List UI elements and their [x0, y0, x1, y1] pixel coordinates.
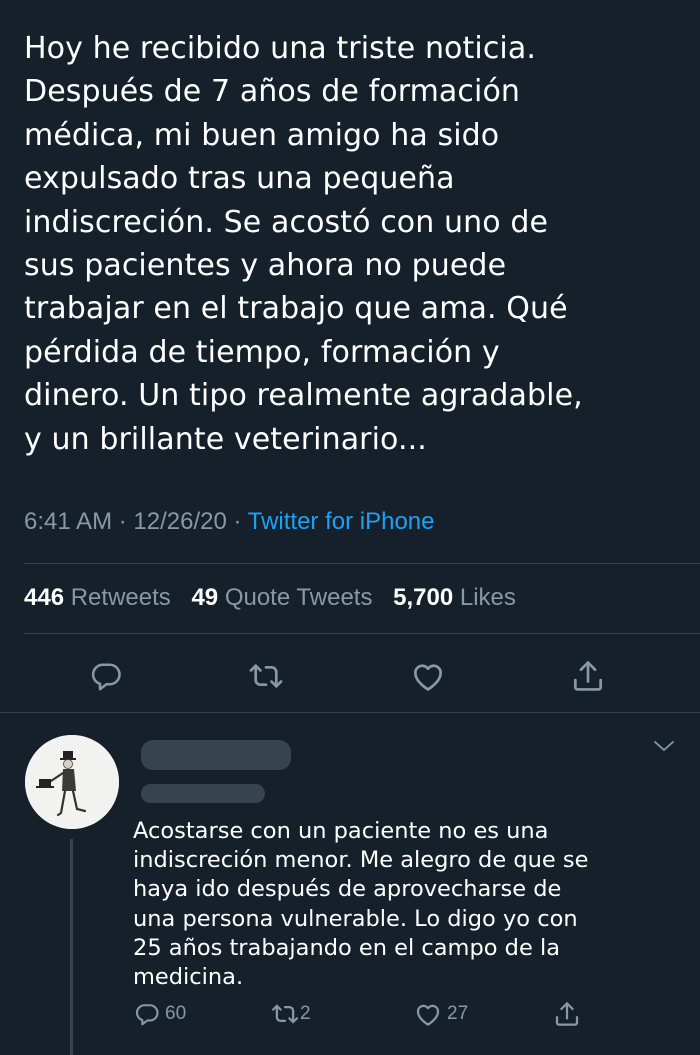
- thread-line: [70, 839, 73, 1055]
- retweets-label: Retweets: [70, 584, 171, 611]
- meta-separator: ·: [118, 508, 127, 535]
- reply-share-button[interactable]: [552, 997, 582, 1031]
- share-icon: [573, 661, 603, 691]
- retweet-icon: [272, 1004, 298, 1024]
- tweet-meta: 6:41 AM · 12/26/20 · Twitter for iPhone: [24, 508, 434, 536]
- likes-label: Likes: [459, 584, 516, 611]
- quote-tweets-count: 49: [191, 584, 219, 611]
- tweet-stats: 446 Retweets 49 Quote Tweets 5,700 Likes: [24, 584, 530, 612]
- retweets-stat[interactable]: 446 Retweets: [24, 584, 171, 611]
- divider: [24, 633, 700, 634]
- reply-icon: [135, 1004, 159, 1026]
- share-icon: [555, 1002, 579, 1026]
- tweet-time[interactable]: 6:41 AM: [24, 508, 112, 535]
- reply-reply-button[interactable]: 60: [133, 997, 186, 1031]
- retweets-count: 446: [24, 584, 65, 611]
- quote-tweets-label: Quote Tweets: [224, 584, 373, 611]
- like-count: 27: [447, 1003, 469, 1024]
- reply-retweet-button[interactable]: 2: [270, 997, 311, 1031]
- retweet-count: 2: [300, 1003, 311, 1024]
- redacted-username: [141, 784, 265, 803]
- like-button[interactable]: [406, 654, 450, 698]
- reply-icon: [91, 663, 121, 691]
- heart-icon: [413, 664, 443, 691]
- tweet-text: Hoy he recibido una triste noticia. Desp…: [24, 31, 583, 457]
- reply-tweet[interactable]: Acostarse con un paciente no es una indi…: [0, 713, 700, 1055]
- tweet-date[interactable]: 12/26/20: [133, 508, 226, 535]
- tweet-source-link[interactable]: Twitter for iPhone: [248, 508, 435, 535]
- retweet-icon: [249, 664, 283, 688]
- divider: [24, 563, 700, 564]
- reply-like-button[interactable]: 27: [413, 997, 468, 1031]
- redacted-display-name: [141, 740, 291, 770]
- likes-stat[interactable]: 5,700 Likes: [393, 584, 516, 611]
- meta-separator: ·: [233, 508, 242, 535]
- avatar[interactable]: [25, 735, 119, 829]
- chevron-down-icon: [654, 741, 674, 751]
- quote-tweets-stat[interactable]: 49 Quote Tweets: [191, 584, 372, 611]
- likes-count: 5,700: [393, 584, 454, 611]
- more-options-button[interactable]: [652, 737, 676, 759]
- reply-button[interactable]: [84, 654, 128, 698]
- share-button[interactable]: [566, 654, 610, 698]
- reply-count: 60: [165, 1003, 187, 1024]
- retweet-button[interactable]: [244, 654, 288, 698]
- avatar-illustration: [25, 735, 119, 829]
- reply-text: Acostarse con un paciente no es una indi…: [133, 818, 589, 991]
- main-tweet: Hoy he recibido una triste noticia. Desp…: [0, 0, 700, 712]
- heart-icon: [416, 1004, 440, 1026]
